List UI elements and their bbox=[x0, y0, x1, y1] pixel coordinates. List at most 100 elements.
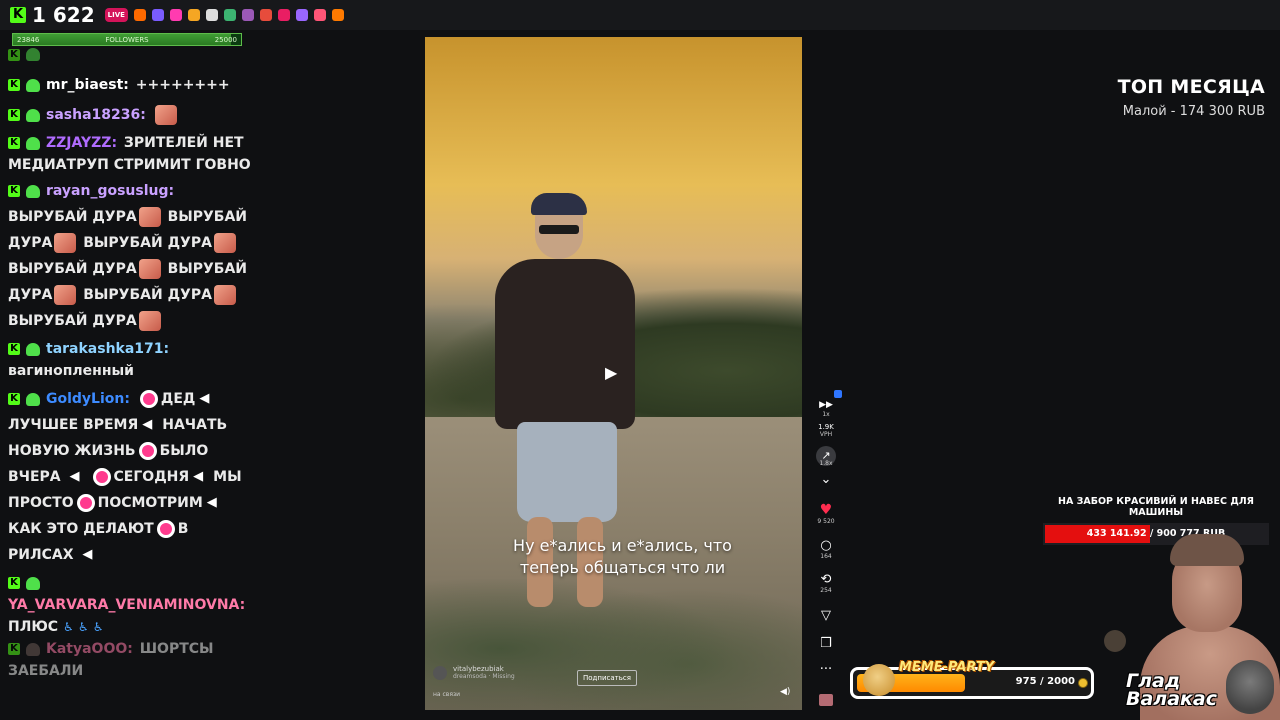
patrick-emote-icon bbox=[54, 233, 77, 253]
browser-extension-icon[interactable] bbox=[133, 9, 146, 21]
kick-badge-icon: K bbox=[8, 79, 20, 91]
speaker-emote-icon: ◀ bbox=[206, 495, 217, 510]
browser-extension-icon[interactable] bbox=[205, 9, 218, 21]
heart-badge-icon bbox=[26, 108, 40, 122]
video-caption: Ну е*ались и е*ались, что теперь общатьс… bbox=[513, 536, 732, 577]
browser-extension-icon[interactable] bbox=[223, 9, 236, 21]
doge-icon bbox=[863, 664, 895, 696]
like-button[interactable]: ♥ 9 520 bbox=[812, 502, 840, 525]
comments-count: 164 bbox=[820, 553, 832, 560]
browser-extension-icon[interactable] bbox=[277, 9, 290, 21]
chat-text: КАК ЭТО ДЕЛАЮТ bbox=[8, 521, 154, 537]
pink-circle-emote-icon bbox=[92, 468, 111, 486]
author-name[interactable]: vitalybezubiak bbox=[453, 665, 515, 673]
browser-extension-icon[interactable] bbox=[295, 9, 308, 21]
followers-bar: 23846 FOLLOWERS 25000 bbox=[12, 33, 242, 46]
kick-logo-icon: K bbox=[10, 7, 26, 23]
browser-extension-icon[interactable] bbox=[169, 9, 182, 21]
chat-text: ВЫРУБАЙ ДУРА bbox=[8, 313, 137, 329]
kick-badge-icon: K bbox=[8, 109, 20, 121]
chat-username[interactable]: mr_biaest: bbox=[46, 77, 129, 93]
comment-icon: ○ bbox=[820, 538, 832, 553]
heart-badge-icon bbox=[26, 136, 40, 150]
pink-circle-emote-icon bbox=[139, 390, 158, 408]
pink-circle-emote-icon bbox=[138, 442, 157, 460]
repost-icon: ⟲ bbox=[820, 572, 832, 587]
chat-message: K ZZJAYZZ: ЗРИТЕЛЕЙ НЕТ МЕДИАТРУП СТРИМИТ… bbox=[8, 132, 258, 176]
reposts-count: 254 bbox=[820, 587, 832, 594]
chat-text: НАЧАТЬ bbox=[162, 417, 228, 433]
browser-extension-icon[interactable] bbox=[259, 9, 272, 21]
patrick-emote-icon bbox=[213, 285, 236, 305]
chat-text: ПОСМОТРИМ bbox=[97, 495, 203, 511]
browser-extension-icon[interactable] bbox=[313, 9, 326, 21]
send-icon: ▽ bbox=[821, 608, 831, 623]
kick-badge-icon: K bbox=[8, 137, 20, 149]
extension-icons bbox=[133, 9, 344, 21]
views-unit: VPH bbox=[819, 431, 833, 438]
speaker-emote-icon: ◀ bbox=[142, 417, 153, 432]
chat-username[interactable]: KatyaOOO: bbox=[46, 641, 133, 657]
send-button[interactable]: ▽ bbox=[812, 608, 840, 623]
chat-username[interactable]: GoldyLion: bbox=[46, 391, 130, 407]
heart-badge-icon bbox=[26, 48, 40, 61]
live-badge[interactable]: LIVE bbox=[104, 8, 128, 22]
chat-text-vyrubai: ВЫРУБАЙ ДУРА ВЫРУБАЙ ДУРА ВЫРУБАЙ ДУРА В… bbox=[8, 207, 247, 331]
chevron-down-icon[interactable]: ⌄ bbox=[812, 472, 840, 487]
heart-badge-icon bbox=[26, 184, 40, 198]
chat-username[interactable]: tarakashka171: bbox=[46, 341, 169, 357]
chat-text: ПЛЮС bbox=[8, 619, 59, 635]
patrick-emote-icon bbox=[213, 233, 236, 253]
chat-username[interactable]: sasha18236: bbox=[46, 107, 146, 123]
chat-message: K GoldyLion: ДЕД ◀ ЛУЧШЕЕ ВРЕМЯ ◀ НАЧАТЬ НОВ… bbox=[8, 386, 258, 568]
browser-extension-icon[interactable] bbox=[151, 9, 164, 21]
song-title[interactable]: dreamsoda · Missing bbox=[453, 673, 515, 680]
repost-button[interactable]: ⟲ 254 bbox=[812, 572, 840, 594]
heart-badge-icon bbox=[26, 78, 40, 92]
chat-username[interactable]: rayan_gosuslug: bbox=[46, 183, 174, 199]
video-player[interactable]: ▶ Ну е*ались и е*ались, что теперь общат… bbox=[425, 37, 802, 710]
more-options-button[interactable]: ··· bbox=[812, 662, 840, 677]
top-month-widget: ТОП МЕСЯЦА Малой - 174 300 RUB bbox=[1110, 76, 1265, 119]
views-stat: 1.9K VPH bbox=[812, 423, 840, 439]
browser-extension-icon[interactable] bbox=[331, 9, 344, 21]
video-network-label: на связи bbox=[433, 691, 461, 698]
browser-extension-icon[interactable] bbox=[187, 9, 200, 21]
volume-icon[interactable]: ◀) bbox=[780, 687, 790, 697]
meme-party-widget: MEME-PARTY 975 / 2000 bbox=[850, 660, 1094, 699]
patrick-emote-icon bbox=[138, 311, 161, 331]
likes-count: 9 520 bbox=[817, 518, 835, 525]
video-author[interactable]: vitalybezubiak dreamsoda · Missing bbox=[433, 665, 515, 680]
chat-message: K bbox=[8, 48, 258, 62]
small-avatar bbox=[1104, 630, 1126, 652]
kick-badge-icon: K bbox=[8, 48, 20, 61]
chat-text: МЫ bbox=[213, 469, 242, 485]
top-month-entry: Малой - 174 300 RUB bbox=[1122, 104, 1265, 119]
chat-text: ДЕД bbox=[160, 391, 196, 407]
donation-goal-title: НА ЗАБОР КРАСИВИЙ И НАВЕС ДЛЯ МАШИНЫ bbox=[1058, 496, 1254, 518]
avatar-badge-icon bbox=[26, 642, 40, 656]
share-button[interactable]: ↗ 1.8x bbox=[812, 446, 840, 467]
kick-badge-icon: K bbox=[8, 643, 20, 655]
browser-extension-icon[interactable] bbox=[241, 9, 254, 21]
chat-message: Ktarakashka171: вагинопленный bbox=[8, 338, 258, 382]
playback-speed-button[interactable]: ▶▶ 1x bbox=[812, 396, 840, 418]
audio-thumbnail[interactable] bbox=[812, 694, 840, 706]
kick-badge-icon: K bbox=[8, 185, 20, 197]
chat-text: ВЫРУБАЙ ДУРА bbox=[83, 287, 212, 303]
chat-text: ВЫРУБАЙ ДУРА bbox=[8, 209, 137, 225]
comments-button[interactable]: ○ 164 bbox=[812, 538, 840, 560]
heart-badge-icon bbox=[26, 392, 40, 406]
chat-username[interactable]: YA_VARVARA_VENIAMINOVNA: bbox=[8, 597, 245, 613]
play-icon[interactable]: ▶ bbox=[605, 363, 617, 382]
followers-label: FOLLOWERS bbox=[105, 35, 149, 44]
speaker-emote-icon: ◀ bbox=[199, 391, 210, 406]
bookmark-icon: ❒ bbox=[820, 636, 832, 651]
views-value: 1.9K bbox=[818, 423, 834, 431]
bookmark-button[interactable]: ❒ bbox=[812, 636, 840, 651]
chat-username[interactable]: ZZJAYZZ: bbox=[46, 135, 117, 151]
subscribe-button[interactable]: Подписаться bbox=[577, 670, 637, 686]
author-avatar[interactable] bbox=[433, 665, 447, 680]
followers-current: 23846 bbox=[17, 35, 40, 44]
playback-speed-value: 1x bbox=[822, 411, 830, 418]
